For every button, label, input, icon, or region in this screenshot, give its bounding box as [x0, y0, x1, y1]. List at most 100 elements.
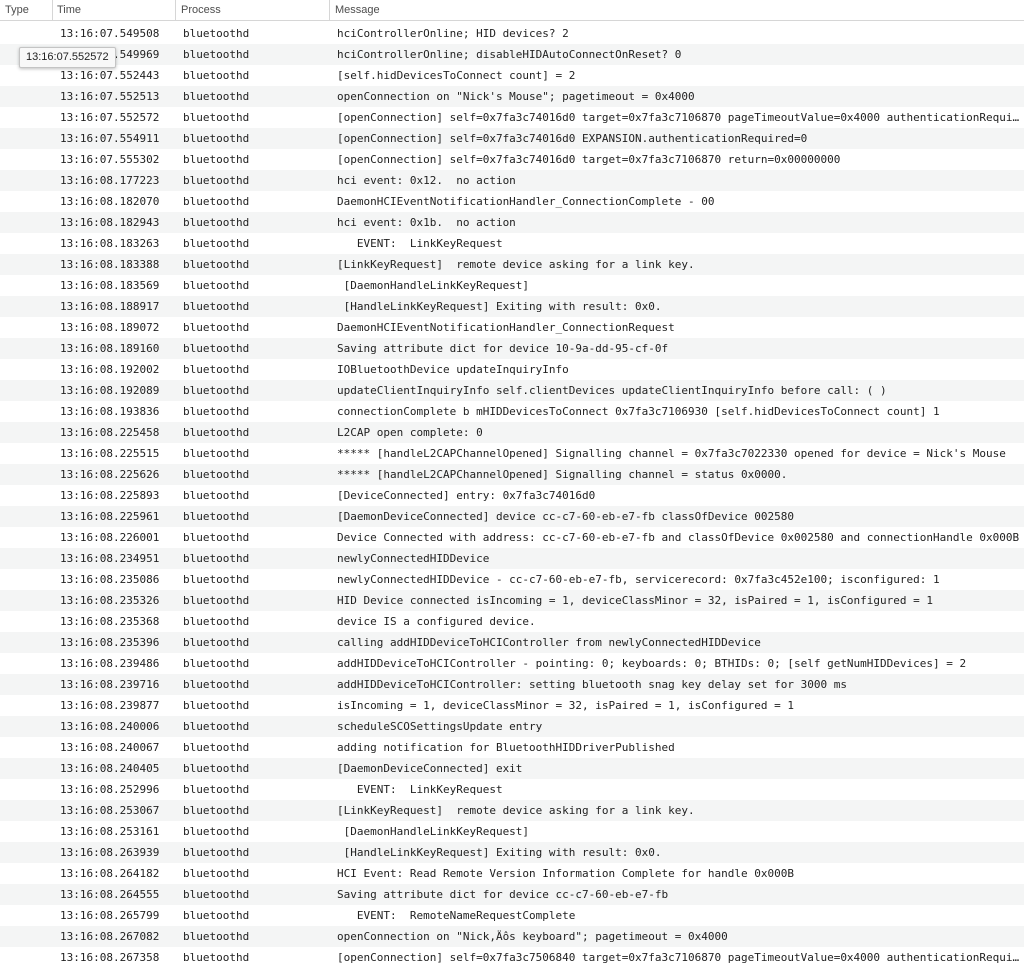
- process-cell: bluetoothd: [183, 531, 250, 544]
- process-cell: bluetoothd: [183, 762, 250, 775]
- table-row[interactable]: 13:16:08.235086 bluetoothd newlyConnectedH…: [0, 569, 1024, 590]
- table-row[interactable]: 13:16:08.267358 bluetoothd [openConnection…: [0, 947, 1024, 966]
- table-row[interactable]: 13:16:08.192089 bluetoothd updateClientInq…: [0, 380, 1024, 401]
- message-cell: updateClientInquiryInfo self.clientDevic…: [337, 384, 887, 397]
- table-row[interactable]: 13:16:08.225961 bluetoothd [DaemonDeviceCo…: [0, 506, 1024, 527]
- process-cell: bluetoothd: [183, 195, 250, 208]
- table-row[interactable]: 13:16:08.239716 bluetoothd addHIDDeviceToH…: [0, 674, 1024, 695]
- table-row[interactable]: 13:16:08.225515 bluetoothd ***** [handleL2…: [0, 443, 1024, 464]
- process-cell: bluetoothd: [183, 27, 250, 40]
- table-row[interactable]: 13:16:08.235326 bluetoothd HID Device conn…: [0, 590, 1024, 611]
- process-cell: bluetoothd: [183, 69, 250, 82]
- table-row[interactable]: 13:16:08.267082 bluetoothd openConnection …: [0, 926, 1024, 947]
- table-row[interactable]: 13:16:07.552572 bluetoothd [openConnection…: [0, 107, 1024, 128]
- table-row[interactable]: 13:16:08.182070 bluetoothd DaemonHCIEventN…: [0, 191, 1024, 212]
- message-cell: [openConnection] self=0x7fa3c74016d0 tar…: [337, 111, 1020, 124]
- message-cell: hciControllerOnline; disableHIDAutoConne…: [337, 48, 682, 61]
- table-row[interactable]: 13:16:07.549508 bluetoothd hciControllerOn…: [0, 23, 1024, 44]
- process-cell: bluetoothd: [183, 867, 250, 880]
- table-row[interactable]: 13:16:08.264182 bluetoothd HCI Event: Read…: [0, 863, 1024, 884]
- process-cell: bluetoothd: [183, 720, 250, 733]
- time-cell: 13:16:08.189160: [60, 342, 160, 355]
- column-header-process[interactable]: Process: [175, 0, 329, 21]
- table-row[interactable]: 13:16:08.240405 bluetoothd [DaemonDeviceCo…: [0, 758, 1024, 779]
- time-cell: 13:16:08.264555: [60, 888, 160, 901]
- message-cell: [openConnection] self=0x7fa3c7506840 tar…: [337, 951, 1020, 964]
- table-row[interactable]: 13:16:08.183569 bluetoothd [DaemonHandleL…: [0, 275, 1024, 296]
- table-row[interactable]: 13:16:08.235368 bluetoothd device IS a con…: [0, 611, 1024, 632]
- table-row[interactable]: 13:16:07.552513 bluetoothd openConnection …: [0, 86, 1024, 107]
- process-cell: bluetoothd: [183, 216, 250, 229]
- message-cell: EVENT: LinkKeyRequest: [337, 783, 503, 796]
- table-row[interactable]: 13:16:08.183263 bluetoothd EVENT: LinkKey…: [0, 233, 1024, 254]
- table-row[interactable]: 13:16:08.189160 bluetoothd Saving attribut…: [0, 338, 1024, 359]
- column-header-type[interactable]: Type: [0, 0, 52, 21]
- time-cell: 13:16:08.177223: [60, 174, 160, 187]
- time-cell: 13:16:08.264182: [60, 867, 160, 880]
- message-cell: IOBluetoothDevice updateInquiryInfo: [337, 363, 569, 376]
- time-cell: 13:16:08.188917: [60, 300, 160, 313]
- table-row[interactable]: 13:16:08.263939 bluetoothd [HandleLinkKey…: [0, 842, 1024, 863]
- table-row[interactable]: 13:16:07.554911 bluetoothd [openConnection…: [0, 128, 1024, 149]
- table-row[interactable]: 13:16:08.240006 bluetoothd scheduleSCOSett…: [0, 716, 1024, 737]
- process-cell: bluetoothd: [183, 888, 250, 901]
- time-cell: 13:16:07.552443: [60, 69, 160, 82]
- table-row[interactable]: 13:16:08.253067 bluetoothd [LinkKeyRequest…: [0, 800, 1024, 821]
- message-cell: DaemonHCIEventNotificationHandler_Connec…: [337, 321, 675, 334]
- table-row[interactable]: 13:16:08.264555 bluetoothd Saving attribut…: [0, 884, 1024, 905]
- message-cell: [DaemonHandleLinkKeyRequest]: [337, 825, 530, 838]
- table-row[interactable]: 13:16:07.555302 bluetoothd [openConnection…: [0, 149, 1024, 170]
- table-row[interactable]: 13:16:08.226001 bluetoothd Device Connecte…: [0, 527, 1024, 548]
- message-cell: ***** [handleL2CAPChannelOpened] Signall…: [337, 468, 788, 481]
- table-row[interactable]: 13:16:08.193836 bluetoothd connectionCompl…: [0, 401, 1024, 422]
- message-cell: [openConnection] self=0x7fa3c74016d0 EXP…: [337, 132, 808, 145]
- table-row[interactable]: 13:16:08.253161 bluetoothd [DaemonHandleL…: [0, 821, 1024, 842]
- process-cell: bluetoothd: [183, 804, 250, 817]
- message-cell: [DaemonHandleLinkKeyRequest]: [337, 279, 530, 292]
- table-row[interactable]: 13:16:08.177223 bluetoothd hci event: 0x12…: [0, 170, 1024, 191]
- process-cell: bluetoothd: [183, 153, 250, 166]
- message-cell: [DaemonDeviceConnected] exit: [337, 762, 523, 775]
- table-row[interactable]: 13:16:07.552443 bluetoothd [self.hidDevice…: [0, 65, 1024, 86]
- process-cell: bluetoothd: [183, 132, 250, 145]
- process-cell: bluetoothd: [183, 657, 250, 670]
- message-cell: adding notification for BluetoothHIDDriv…: [337, 741, 675, 754]
- table-row[interactable]: 13:16:08.182943 bluetoothd hci event: 0x1b…: [0, 212, 1024, 233]
- time-cell: 13:16:08.234951: [60, 552, 160, 565]
- column-header-message[interactable]: Message: [329, 0, 1024, 21]
- table-row[interactable]: 13:16:08.252996 bluetoothd EVENT: LinkKey…: [0, 779, 1024, 800]
- message-cell: EVENT: LinkKeyRequest: [337, 237, 503, 250]
- time-cell: 13:16:08.253161: [60, 825, 160, 838]
- message-cell: L2CAP open complete: 0: [337, 426, 483, 439]
- log-table-body: 13:16:07.549508 bluetoothd hciControllerOn…: [0, 23, 1024, 966]
- table-row[interactable]: 13:16:08.234951 bluetoothd newlyConnectedH…: [0, 548, 1024, 569]
- message-cell: device IS a configured device.: [337, 615, 536, 628]
- time-cell: 13:16:08.239716: [60, 678, 160, 691]
- table-row[interactable]: 13:16:08.240067 bluetoothd adding notifica…: [0, 737, 1024, 758]
- time-cell: 13:16:08.183263: [60, 237, 160, 250]
- table-row[interactable]: 13:16:08.239486 bluetoothd addHIDDeviceToH…: [0, 653, 1024, 674]
- time-cell: 13:16:08.265799: [60, 909, 160, 922]
- table-row[interactable]: 13:16:08.239877 bluetoothd isIncoming = 1,…: [0, 695, 1024, 716]
- column-header-time[interactable]: Time: [52, 0, 175, 21]
- time-cell: 13:16:08.240006: [60, 720, 160, 733]
- process-cell: bluetoothd: [183, 594, 250, 607]
- time-cell: 13:16:07.555302: [60, 153, 160, 166]
- table-row[interactable]: 13:16:08.225626 bluetoothd ***** [handleL2…: [0, 464, 1024, 485]
- table-row[interactable]: 13:16:08.235396 bluetoothd calling addHIDD…: [0, 632, 1024, 653]
- table-row[interactable]: 13:16:08.225893 bluetoothd [DeviceConnecte…: [0, 485, 1024, 506]
- table-row[interactable]: 13:16:08.188917 bluetoothd [HandleLinkKey…: [0, 296, 1024, 317]
- table-row[interactable]: 13:16:08.183388 bluetoothd [LinkKeyRequest…: [0, 254, 1024, 275]
- message-cell: newlyConnectedHIDDevice - cc-c7-60-eb-e7…: [337, 573, 940, 586]
- message-cell: [LinkKeyRequest] remote device asking fo…: [337, 804, 695, 817]
- table-row[interactable]: 13:16:08.225458 bluetoothd L2CAP open comp…: [0, 422, 1024, 443]
- table-row[interactable]: 13:16:07.549969bluetoothdhciControllerOn…: [0, 44, 1024, 65]
- process-cell: bluetoothd: [183, 825, 250, 838]
- table-row[interactable]: 13:16:08.192002 bluetoothd IOBluetoothDevi…: [0, 359, 1024, 380]
- table-row[interactable]: 13:16:08.265799 bluetoothd EVENT: RemoteN…: [0, 905, 1024, 926]
- table-row[interactable]: 13:16:08.189072 bluetoothd DaemonHCIEventN…: [0, 317, 1024, 338]
- time-cell: 13:16:07.552572: [60, 111, 160, 124]
- message-cell: HID Device connected isIncoming = 1, dev…: [337, 594, 934, 607]
- message-cell: ***** [handleL2CAPChannelOpened] Signall…: [337, 447, 1006, 460]
- process-cell: bluetoothd: [183, 321, 250, 334]
